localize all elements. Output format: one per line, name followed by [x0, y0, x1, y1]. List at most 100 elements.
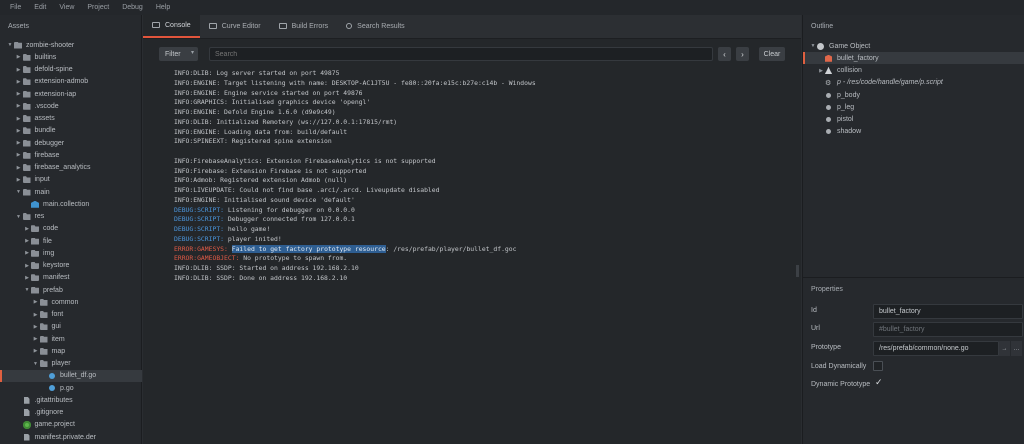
outline-item[interactable]: pistol [803, 114, 1024, 126]
next-button[interactable]: › [736, 47, 749, 61]
asset-tree-item[interactable]: ▶ item [0, 333, 142, 345]
asset-tree-item[interactable]: ▶ firebase [0, 149, 142, 161]
chevron-down-icon[interactable]: ▼ [15, 189, 23, 195]
asset-tree-item[interactable]: ▼ main [0, 186, 142, 198]
chevron-right-icon[interactable]: ▶ [15, 103, 23, 109]
menu-file[interactable]: File [10, 4, 21, 11]
asset-tree-item[interactable]: ▶ keystore [0, 260, 142, 272]
chevron-right-icon[interactable]: ▶ [32, 312, 40, 318]
asset-tree-item[interactable]: ▶ gui [0, 321, 142, 333]
chevron-right-icon[interactable]: ▶ [32, 336, 40, 342]
chevron-right-icon[interactable]: ▶ [23, 263, 31, 269]
menu-view[interactable]: View [59, 4, 74, 11]
asset-tree-item[interactable]: game.project [0, 419, 142, 431]
asset-tree-item[interactable]: p.go [0, 382, 142, 394]
url-field[interactable]: #bullet_factory [873, 322, 1023, 337]
asset-tree-item[interactable]: ▶ code [0, 223, 142, 235]
asset-tree-item[interactable]: ▶ defold-spine [0, 64, 142, 76]
console-line: DEBUG:SCRIPT: player inited! [174, 235, 784, 245]
splitter-handle[interactable] [796, 265, 799, 277]
chevron-right-icon[interactable]: ▶ [23, 275, 31, 281]
chevron-right-icon[interactable]: ▶ [15, 54, 23, 60]
chevron-right-icon[interactable]: ▶ [32, 324, 40, 330]
asset-tree-item[interactable]: ▶ file [0, 235, 142, 247]
previous-button[interactable]: ‹ [718, 47, 731, 61]
browse-button[interactable]: … [1011, 341, 1022, 356]
chevron-down-icon[interactable]: ▼ [32, 361, 40, 367]
asset-tree-item[interactable]: .gitattributes [0, 394, 142, 406]
chevron-down-icon[interactable]: ▼ [6, 42, 14, 48]
asset-tree-item[interactable]: main.collection [0, 198, 142, 210]
asset-tree-item[interactable]: ▶ firebase_analytics [0, 162, 142, 174]
chevron-right-icon[interactable]: ▶ [15, 116, 23, 122]
asset-tree-item[interactable]: ▶ img [0, 247, 142, 259]
outline-item[interactable]: ▶ collision [803, 65, 1024, 77]
chevron-right-icon[interactable]: ▶ [32, 348, 40, 354]
outline-item[interactable]: bullet_factory [803, 52, 1024, 65]
asset-tree-item[interactable]: ▶ manifest [0, 272, 142, 284]
asset-tree-item[interactable]: ▶ assets [0, 113, 142, 125]
menu-debug[interactable]: Debug [122, 4, 143, 11]
asset-tree-item[interactable]: ▶ debugger [0, 137, 142, 149]
id-field[interactable]: bullet_factory [873, 304, 1023, 319]
asset-tree-item[interactable]: ▼ res [0, 211, 142, 223]
chevron-right-icon[interactable]: ▶ [15, 152, 23, 158]
asset-tree-item[interactable]: ▶ map [0, 345, 142, 357]
chevron-down-icon[interactable]: ▼ [23, 287, 31, 293]
chevron-right-icon[interactable]: ▶ [15, 140, 23, 146]
chevron-right-icon[interactable]: ▶ [32, 299, 40, 305]
asset-tree-item[interactable]: ▶ builtins [0, 51, 142, 63]
load-dynamically-checkbox[interactable] [873, 361, 883, 371]
chevron-right-icon[interactable]: ▶ [15, 91, 23, 97]
asset-tree-item[interactable]: ▶ common [0, 296, 142, 308]
dynamic-prototype-checkbox[interactable]: ✓ [875, 377, 883, 388]
collection-icon [31, 200, 39, 208]
search-input[interactable] [209, 47, 713, 61]
asset-tree-item[interactable]: ▶ extension-admob [0, 76, 142, 88]
menu-project[interactable]: Project [87, 4, 109, 11]
asset-tree-item[interactable]: ▶ bundle [0, 125, 142, 137]
asset-tree-item[interactable]: .gitignore [0, 407, 142, 419]
asset-tree-item[interactable]: manifest.private.der [0, 431, 142, 443]
tab-build-errors[interactable]: Build Errors [270, 14, 338, 38]
chevron-right-icon[interactable]: ▶ [23, 226, 31, 232]
asset-tree-item[interactable]: ▶ extension-iap [0, 88, 142, 100]
asset-tree-item[interactable]: ▶ .vscode [0, 100, 142, 112]
outline-item[interactable]: ⚙ p - /res/code/handle/game/p.script [803, 77, 1024, 89]
tab-curve-editor[interactable]: Curve Editor [200, 14, 270, 38]
folder-icon [22, 164, 31, 171]
outline-item[interactable]: ▼ Game Object [803, 40, 1024, 52]
clear-button[interactable]: Clear [759, 47, 785, 61]
console-line: INFO:FirebaseAnalytics: Extension Fireba… [174, 157, 784, 167]
chevron-right-icon[interactable]: ▶ [23, 238, 31, 244]
goto-icon[interactable]: → [999, 341, 1010, 356]
chevron-down-icon[interactable]: ▼ [809, 43, 817, 49]
menu-edit[interactable]: Edit [34, 4, 46, 11]
asset-tree-item[interactable]: bullet_df.go [0, 369, 142, 382]
folder-icon [22, 90, 31, 98]
log-text: INFO:FirebaseAnalytics: Extension Fireba… [174, 156, 436, 165]
chevron-right-icon[interactable]: ▶ [23, 250, 31, 256]
outline-item[interactable]: p_leg [803, 101, 1024, 113]
outline-item[interactable]: p_body [803, 89, 1024, 101]
chevron-right-icon[interactable]: ▶ [817, 68, 825, 74]
console-output[interactable]: INFO:DLIB: Log server started on port 49… [174, 69, 784, 439]
chevron-right-icon[interactable]: ▶ [15, 67, 23, 73]
tab-search-results[interactable]: Search Results [337, 14, 413, 38]
outline-item[interactable]: shadow [803, 126, 1024, 138]
chevron-down-icon[interactable]: ▼ [15, 214, 23, 220]
menu-help[interactable]: Help [156, 4, 170, 11]
chevron-right-icon[interactable]: ▶ [15, 79, 23, 85]
asset-tree-item[interactable]: ▶ input [0, 174, 142, 186]
prototype-field[interactable]: /res/prefab/common/none.go [873, 341, 999, 356]
asset-tree-item[interactable]: ▼ zombie-shooter [0, 39, 142, 51]
chevron-right-icon[interactable]: ▶ [15, 165, 23, 171]
asset-tree-item[interactable]: ▼ player [0, 358, 142, 370]
log-text: INFO:LIVEUPDATE: Could not find base .ar… [174, 186, 440, 194]
tab-console[interactable]: Console [143, 14, 200, 38]
chevron-right-icon[interactable]: ▶ [15, 177, 23, 183]
asset-tree-item[interactable]: ▶ font [0, 309, 142, 321]
filter-dropdown[interactable]: Filter [159, 47, 198, 61]
asset-tree-item[interactable]: ▼ prefab [0, 284, 142, 296]
chevron-right-icon[interactable]: ▶ [15, 128, 23, 134]
